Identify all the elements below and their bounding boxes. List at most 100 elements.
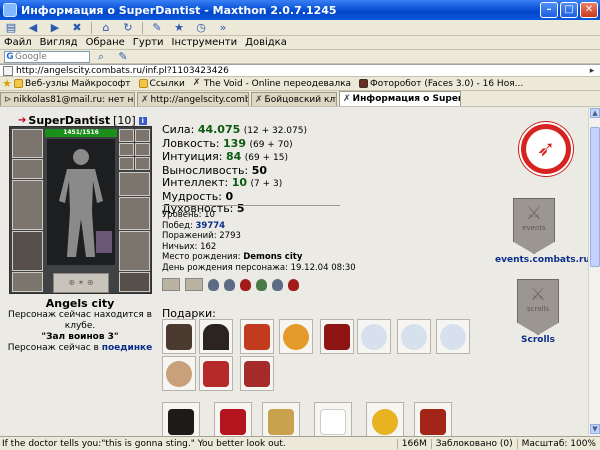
- highlight-icon[interactable]: ✎: [113, 49, 133, 64]
- search-input[interactable]: [15, 51, 89, 62]
- belt-slot[interactable]: [12, 272, 43, 292]
- gift-item[interactable]: [162, 402, 200, 436]
- refresh-icon[interactable]: ↻: [118, 20, 138, 35]
- fight-link[interactable]: поединке: [102, 343, 153, 353]
- favorites-icon[interactable]: ★: [169, 20, 189, 35]
- scrolls-shield-icon[interactable]: ⚔ scrolls: [517, 279, 559, 335]
- stat-label: Мудрость:: [162, 189, 222, 203]
- gift-image: [244, 360, 270, 387]
- maximize-button[interactable]: □: [560, 2, 578, 18]
- forward-icon[interactable]: ▶: [45, 20, 65, 35]
- gift-item[interactable]: [240, 356, 274, 391]
- ring-slot[interactable]: [119, 157, 134, 170]
- favorite-link[interactable]: ✗ The Void - Online переодевалка: [193, 79, 351, 89]
- info-icon[interactable]: i: [138, 116, 147, 125]
- stat-intuition: Интуиция: 84 (69 + 15): [162, 150, 307, 165]
- more-icon[interactable]: »: [213, 20, 233, 35]
- tab-mail[interactable]: ⊳ nikkolas81@mail.ru: нет не...: [0, 92, 135, 106]
- runes-slot[interactable]: ⊕ ✶ ⊕: [53, 273, 109, 293]
- gift-item[interactable]: [240, 319, 274, 354]
- gift-item[interactable]: [262, 402, 300, 436]
- weapon-slot[interactable]: [12, 180, 43, 230]
- favorite-link[interactable]: Фоторобот (Faces 3.0) - 16 Ноя...: [359, 79, 523, 89]
- wins-label: Побед:: [162, 220, 193, 231]
- menu-tools[interactable]: Інструменти: [168, 37, 242, 48]
- gift-item[interactable]: [357, 319, 391, 354]
- favorites-star-icon[interactable]: ★: [1, 76, 13, 91]
- stop-icon[interactable]: ✖: [67, 20, 87, 35]
- map-icon[interactable]: [185, 278, 203, 291]
- menu-groups[interactable]: Гурти: [129, 37, 168, 48]
- bracer-slot[interactable]: [12, 159, 43, 179]
- boots-slot[interactable]: [119, 231, 150, 271]
- clan-emblem-icon[interactable]: ➶: [519, 122, 573, 176]
- zoom-level[interactable]: Масштаб: 100%: [516, 438, 600, 449]
- tab-character-info[interactable]: ✗ Информация о Super...: [339, 91, 461, 106]
- gift-item[interactable]: [279, 319, 313, 354]
- minimize-button[interactable]: –: [540, 2, 558, 18]
- emblem-icon[interactable]: [208, 278, 219, 291]
- extra-slot[interactable]: [119, 272, 150, 292]
- ring-slot[interactable]: [135, 157, 150, 170]
- favorite-link[interactable]: Веб-узлы Майкрософт: [14, 79, 131, 89]
- ring-slot[interactable]: [135, 143, 150, 156]
- city-name: Angels city: [45, 297, 115, 310]
- go-button[interactable]: ▸: [584, 66, 600, 76]
- favorite-link[interactable]: Ссылки: [138, 79, 185, 89]
- tab-angelscity[interactable]: ✗http://angelscity.combats...: [137, 92, 249, 106]
- tab-label: http://angelscity.combats...: [150, 94, 248, 105]
- gift-item[interactable]: [397, 319, 431, 354]
- vertical-scrollbar[interactable]: ▲ ▼: [588, 107, 600, 436]
- menu-favorites[interactable]: Обране: [82, 37, 129, 48]
- favorites-bar: ★ Веб-узлы Майкрософт Ссылки ✗ The Void -…: [0, 77, 600, 91]
- scroll-up-icon[interactable]: ▲: [590, 108, 600, 118]
- ring-slot[interactable]: [135, 129, 150, 142]
- gift-item[interactable]: [199, 356, 233, 391]
- meta-draws: Ничьих: 162: [162, 241, 217, 252]
- gift-item[interactable]: [162, 319, 196, 354]
- gift-item[interactable]: [314, 402, 352, 436]
- scroll-down-icon[interactable]: ▼: [590, 424, 600, 434]
- shield-slot[interactable]: [119, 197, 150, 230]
- search-go-icon[interactable]: ⌕: [91, 49, 111, 64]
- events-link[interactable]: events.combats.ru: [495, 255, 588, 265]
- gift-image: [361, 323, 387, 350]
- menu-view[interactable]: Вигляд: [36, 37, 82, 48]
- gift-image: [244, 323, 270, 350]
- events-shield-icon[interactable]: ⚔ events: [513, 198, 555, 254]
- history-icon[interactable]: ◷: [191, 20, 211, 35]
- birthplace-label: Место рождения:: [162, 252, 241, 262]
- emblem-icon[interactable]: [224, 278, 235, 291]
- scrolls-link[interactable]: Scrolls: [510, 335, 566, 345]
- gift-item[interactable]: [366, 402, 404, 436]
- close-button[interactable]: ✕: [580, 2, 598, 18]
- gift-item[interactable]: [199, 319, 233, 354]
- address-input[interactable]: http://angelscity.combats.ru/inf.pl?1103…: [16, 66, 584, 76]
- back-icon[interactable]: ◀: [23, 20, 43, 35]
- tools-icon[interactable]: ✎: [147, 20, 167, 35]
- menu-file[interactable]: Файл: [0, 37, 36, 48]
- home-icon[interactable]: ⌂: [96, 20, 116, 35]
- gift-item[interactable]: [414, 402, 452, 436]
- tab-fight-club[interactable]: ✗Бойцовский клуб: [251, 92, 337, 106]
- emblem-icon[interactable]: [240, 278, 251, 291]
- menu-help[interactable]: Довідка: [241, 37, 291, 48]
- emblem-icon[interactable]: [288, 278, 299, 291]
- gift-item[interactable]: [320, 319, 354, 354]
- armor-slot[interactable]: [12, 231, 43, 271]
- new-tab-icon[interactable]: ▤: [1, 20, 21, 35]
- gift-item[interactable]: [436, 319, 470, 354]
- gift-item[interactable]: [214, 402, 252, 436]
- scroll-thumb[interactable]: [590, 127, 600, 267]
- book-icon[interactable]: [162, 278, 180, 291]
- ring-slot[interactable]: [119, 143, 134, 156]
- blocked-popups[interactable]: Заблоковано (0): [430, 438, 517, 449]
- gift-item[interactable]: [162, 356, 196, 391]
- gloves-slot[interactable]: [119, 172, 150, 196]
- meta-birthday: День рождения персонажа: 19.12.04 08:30: [162, 262, 356, 273]
- helmet-slot[interactable]: [12, 129, 43, 158]
- tab-icon: ✗: [141, 94, 149, 105]
- emblem-icon[interactable]: [256, 278, 267, 291]
- ring-slot[interactable]: [119, 129, 134, 142]
- emblem-icon[interactable]: [272, 278, 283, 291]
